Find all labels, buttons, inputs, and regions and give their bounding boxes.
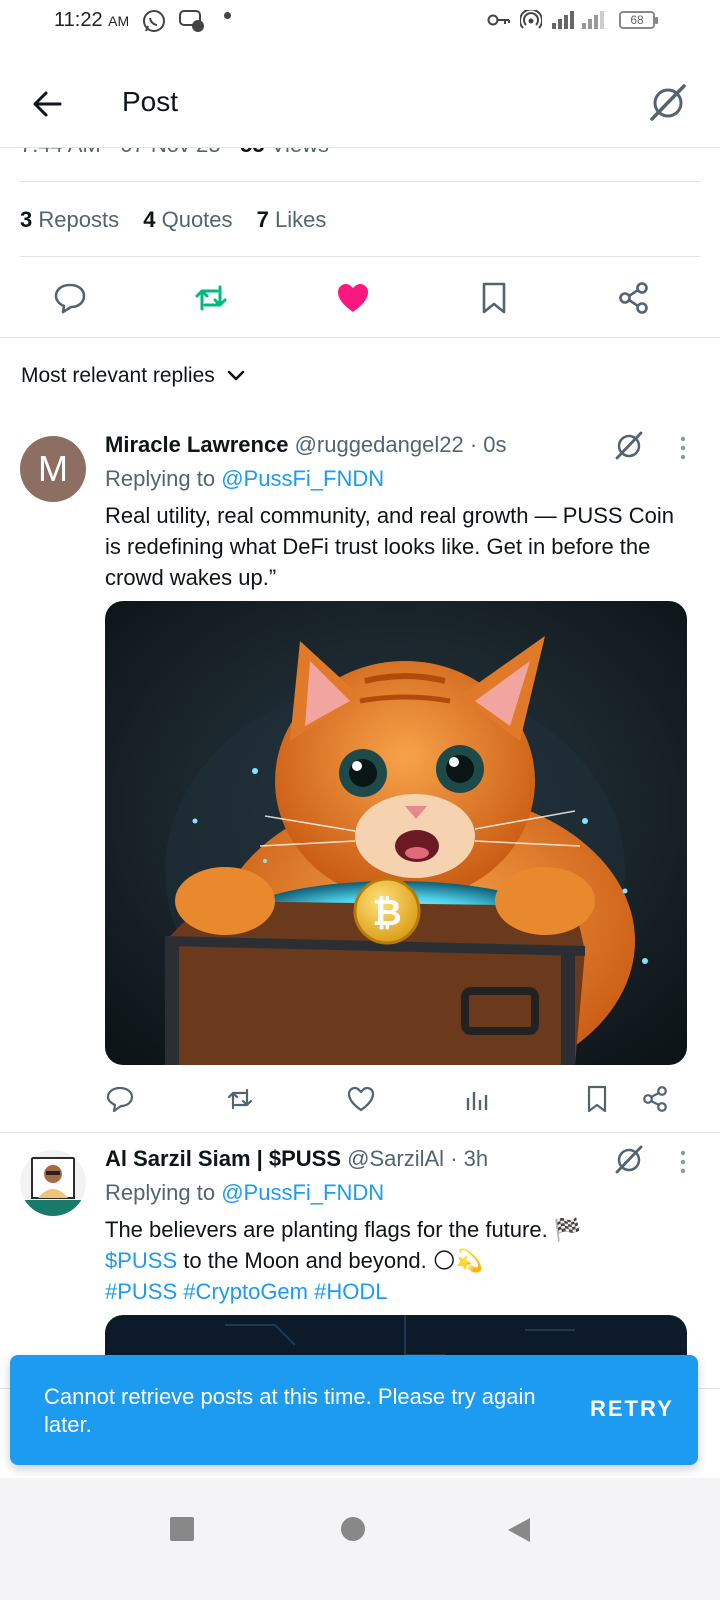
share-icon[interactable] — [616, 280, 652, 316]
battery-indicator: 68 — [619, 11, 658, 29]
avatar[interactable]: M — [20, 436, 86, 502]
sort-label: Most relevant replies — [21, 364, 215, 387]
reply-time: · 0s — [469, 432, 507, 457]
status-time: 11:22 AM — [54, 9, 130, 31]
post-action-bar — [0, 272, 720, 322]
back-triangle-icon[interactable] — [506, 1516, 532, 1544]
divider — [0, 337, 720, 338]
divider — [0, 1132, 720, 1133]
reply-icon[interactable] — [52, 280, 88, 316]
grok-logo-icon[interactable] — [614, 430, 644, 460]
bookmark-icon[interactable] — [582, 1084, 612, 1114]
heart-icon[interactable] — [346, 1084, 376, 1114]
replies-sort-dropdown[interactable]: Most relevant replies — [21, 364, 245, 388]
reply-action-bar — [0, 1080, 720, 1120]
avatar[interactable] — [20, 1150, 86, 1216]
messenger-icon — [179, 10, 204, 32]
whatsapp-icon — [143, 10, 165, 32]
divider — [20, 256, 700, 257]
repost-icon[interactable] — [193, 280, 229, 316]
analytics-icon[interactable] — [462, 1084, 492, 1114]
reply-text: The believers are planting flags for the… — [105, 1217, 582, 1304]
bookmark-icon[interactable] — [476, 280, 512, 316]
signal-icon — [552, 11, 604, 29]
cashtag-link[interactable]: $PUSS — [105, 1248, 177, 1273]
hashtag-link[interactable]: #HODL — [314, 1279, 387, 1304]
replying-to: Replying to @PussFi_FNDN — [105, 1180, 385, 1205]
author-name: Miracle Lawrence — [105, 432, 289, 457]
page-title: Post — [122, 86, 179, 117]
cat-treasure-chest-image[interactable]: ₿ — [105, 601, 687, 1065]
more-options-icon[interactable] — [680, 1150, 686, 1174]
hashtag-link[interactable]: #CryptoGem — [183, 1279, 308, 1304]
grok-logo-icon[interactable] — [648, 82, 688, 122]
share-icon[interactable] — [640, 1084, 670, 1114]
hashtag-link[interactable]: #PUSS — [105, 1279, 177, 1304]
home-icon[interactable] — [340, 1516, 366, 1542]
liked-heart-icon[interactable] — [335, 280, 371, 316]
author-handle: @SarzilAl — [347, 1146, 445, 1171]
notification-dot — [224, 12, 231, 19]
reply-author-line: Miracle Lawrence @ruggedangel22 · 0s — [105, 432, 507, 458]
replying-to: Replying to @PussFi_FNDN — [105, 466, 385, 491]
replying-to-handle-link[interactable]: @PussFi_FNDN — [221, 466, 384, 491]
vpn-key-icon — [487, 14, 510, 26]
error-snackbar: Cannot retrieve posts at this time. Plea… — [10, 1355, 698, 1465]
replying-to-handle-link[interactable]: @PussFi_FNDN — [221, 1180, 384, 1205]
svg-text:₿: ₿ — [372, 893, 401, 934]
hotspot-icon — [520, 10, 542, 29]
repost-icon[interactable] — [225, 1084, 255, 1114]
engagement-counts: 3 Reposts 4 Quotes 7 Likes — [20, 207, 344, 233]
quotes-count-link[interactable]: 4 Quotes — [143, 207, 232, 232]
author-handle: @ruggedangel22 — [294, 432, 464, 457]
reposts-count-link[interactable]: 3 Reposts — [20, 207, 119, 232]
grok-logo-icon[interactable] — [614, 1144, 644, 1174]
reply-text: Real utility, real community, and real g… — [105, 503, 674, 590]
back-arrow-icon[interactable] — [28, 84, 68, 124]
more-options-icon[interactable] — [680, 436, 686, 460]
likes-count-link[interactable]: 7 Likes — [257, 207, 327, 232]
status-bar: 11:22 AM 68 — [0, 0, 720, 44]
top-app-bar: Post — [0, 60, 720, 148]
reply-author-line: Al Sarzil Siam | $PUSS @SarzilAl · 3h — [105, 1146, 488, 1172]
reply-time: · 3h — [450, 1146, 489, 1171]
snackbar-message: Cannot retrieve posts at this time. Plea… — [44, 1384, 536, 1437]
recent-apps-icon[interactable] — [169, 1516, 195, 1542]
author-name: Al Sarzil Siam | $PUSS — [105, 1146, 342, 1171]
reply-icon[interactable] — [105, 1084, 135, 1114]
divider — [20, 181, 700, 182]
retry-button[interactable]: RETRY — [590, 1396, 674, 1422]
chevron-down-icon — [227, 370, 245, 381]
system-navigation-bar — [0, 1478, 720, 1600]
